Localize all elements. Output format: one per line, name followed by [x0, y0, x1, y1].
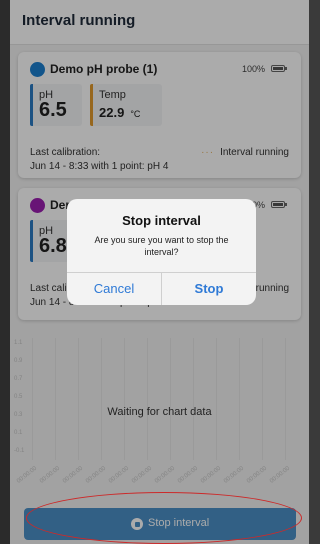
dialog-message: Are you sure you want to stop the interv…	[94, 235, 229, 257]
dialog-stop-button[interactable]: Stop	[162, 272, 256, 305]
stop-interval-dialog: Stop interval Are you sure you want to s…	[67, 199, 256, 305]
device-bezel	[0, 0, 10, 544]
app-screen: Interval running Demo pH probe (1) 100% …	[10, 0, 309, 544]
dialog-title: Stop interval	[122, 213, 201, 228]
annotation-ellipse	[26, 492, 302, 544]
dialog-cancel-button[interactable]: Cancel	[67, 272, 161, 305]
